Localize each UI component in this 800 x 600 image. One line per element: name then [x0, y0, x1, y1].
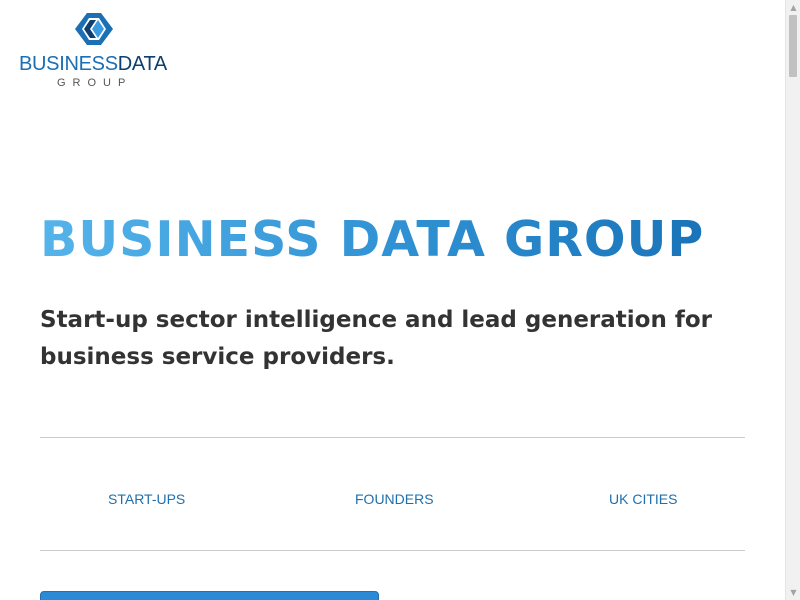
divider-bottom [40, 550, 745, 551]
category-nav: START-UPS FOUNDERS UK CITIES [40, 487, 745, 511]
vertical-scrollbar[interactable]: ▲ ▼ [785, 0, 800, 600]
hero-subtitle: Start-up sector intelligence and lead ge… [40, 307, 713, 370]
site-logo[interactable]: BUSINESSDATA GROUP [19, 12, 169, 92]
hero-title: BUSINESS DATA GROUP [40, 208, 704, 272]
scroll-down-arrow-icon[interactable]: ▼ [786, 585, 800, 600]
nav-link-founders[interactable]: FOUNDERS [355, 487, 434, 511]
cta-button[interactable] [40, 591, 379, 600]
logo-word-data: DATA [117, 53, 167, 75]
page-viewport: BUSINESSDATA GROUP BUSINESS DATA GROUP S… [0, 0, 785, 600]
scroll-up-arrow-icon[interactable]: ▲ [786, 0, 800, 15]
bdg-logo-mark-icon [75, 13, 113, 45]
nav-link-start-ups[interactable]: START-UPS [108, 487, 185, 511]
logo-wordmark: BUSINESSDATA [19, 52, 167, 76]
nav-link-uk-cities[interactable]: UK CITIES [609, 487, 677, 511]
divider-top [40, 437, 745, 438]
scroll-thumb[interactable] [789, 15, 797, 77]
logo-subtitle: GROUP [57, 77, 133, 89]
logo-word-business: BUSINESS [19, 53, 118, 75]
